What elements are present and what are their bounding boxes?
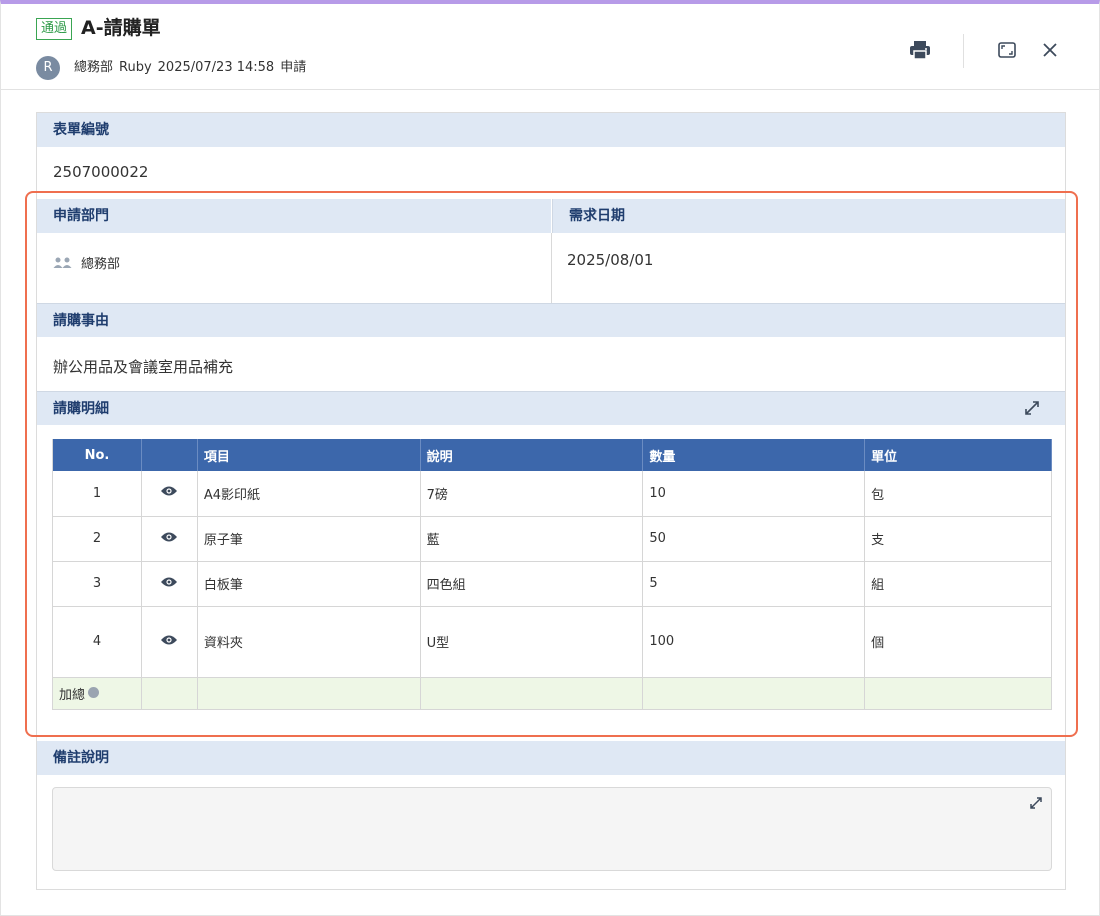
dept-value-text: 總務部 [81,257,121,272]
cell-desc: 藍 [420,516,644,562]
col-header-desc: 說明 [420,439,644,471]
cell-unit: 支 [864,516,1052,562]
cell-item: 原子筆 [197,516,421,562]
col-header-item: 項目 [197,439,421,471]
cell-no: 3 [52,561,142,607]
details-label: 請購明細 [37,391,1065,425]
applicant-meta: 總務部 Ruby 2025/07/23 14:58 申請 [74,56,312,80]
total-label: 加總 [59,687,86,703]
cell-desc: U型 [420,606,644,678]
cell-no: 1 [52,471,142,517]
expand-icon [1030,797,1042,809]
date-label: 需求日期 [552,199,1065,233]
view-row-button[interactable] [141,606,198,678]
reason-value: 辦公用品及會議室用品補充 [53,358,234,376]
field-divider [551,233,552,303]
cell-desc: 四色組 [420,561,644,607]
dept-label: 申請部門 [37,199,551,233]
form-panel: 表單編號 2507000022 申請部門 需求日期 總務部 2025/08/01… [36,112,1066,890]
table-row: 1 A4影印紙 7磅 10 包 [52,471,1052,517]
view-row-button[interactable] [141,516,198,562]
dialog-header: 通過 A-請購單 R 總務部 Ruby 2025/07/23 14:58 申請 [1,4,1099,90]
remarks-textarea[interactable] [52,787,1052,871]
cell-item: A4影印紙 [197,471,421,517]
cell-qty: 100 [642,606,866,678]
dialog: 通過 A-請購單 R 總務部 Ruby 2025/07/23 14:58 申請 [0,0,1100,916]
cell-unit: 個 [864,606,1052,678]
date-value: 2025/08/01 [567,251,654,269]
apply-action: 申請 [280,60,307,75]
close-icon [1043,43,1057,57]
cell-qty: 50 [642,516,866,562]
cell-no: 2 [52,516,142,562]
eye-icon [161,635,178,644]
details-table: No. 項目 說明 數量 單位 1 A4影印紙 7磅 10 包 2 原子筆 藍 … [52,439,1052,710]
maximize-button[interactable] [993,36,1021,64]
cell-qty: 10 [642,471,866,517]
cell-unit: 組 [864,561,1052,607]
eye-icon [161,577,178,586]
status-badge: 通過 [36,18,73,40]
expand-details-button[interactable] [1021,397,1043,419]
col-header-unit: 單位 [864,439,1052,471]
table-row: 3 白板筆 四色組 5 組 [52,561,1052,607]
col-header-qty: 數量 [642,439,866,471]
col-header-view [141,439,198,471]
expand-remarks-button[interactable] [1027,794,1045,812]
total-cell [141,677,198,710]
header-divider [963,34,964,68]
close-button[interactable] [1036,36,1064,64]
table-row: 2 原子筆 藍 50 支 [52,516,1052,562]
applicant-name: Ruby [119,60,152,75]
printer-icon [910,41,930,60]
cell-desc: 7磅 [420,471,644,517]
apply-datetime: 2025/07/23 14:58 [157,60,275,75]
maximize-icon [998,42,1016,58]
total-cell [420,677,644,710]
page-title: A-請購單 [81,17,161,39]
eye-icon [161,486,178,496]
table-total-row: 加總 [52,677,1052,710]
cell-unit: 包 [864,471,1052,517]
people-icon [53,257,72,268]
table-row: 4 資料夾 U型 100 個 [52,606,1052,678]
remarks-label: 備註說明 [37,741,1065,775]
form-no-label: 表單編號 [37,113,1065,147]
total-cell [642,677,866,710]
total-cell: 加總 [52,677,142,710]
cell-qty: 5 [642,561,866,607]
view-row-button[interactable] [141,561,198,607]
total-cell [197,677,421,710]
print-button[interactable] [906,36,934,64]
cell-item: 資料夾 [197,606,421,678]
table-header-row: No. 項目 說明 數量 單位 [52,439,1052,471]
avatar: R [36,56,60,80]
eye-icon [161,532,178,541]
total-cell [864,677,1052,710]
col-header-no: No. [52,439,142,471]
cell-item: 白板筆 [197,561,421,607]
info-icon[interactable] [88,686,100,698]
cell-no: 4 [52,606,142,678]
expand-icon [1025,401,1039,415]
view-row-button[interactable] [141,471,198,517]
applicant-department: 總務部 [74,60,114,75]
form-no-value: 2507000022 [53,163,149,181]
reason-label: 請購事由 [37,303,1065,337]
dept-value: 總務部 [53,253,120,272]
